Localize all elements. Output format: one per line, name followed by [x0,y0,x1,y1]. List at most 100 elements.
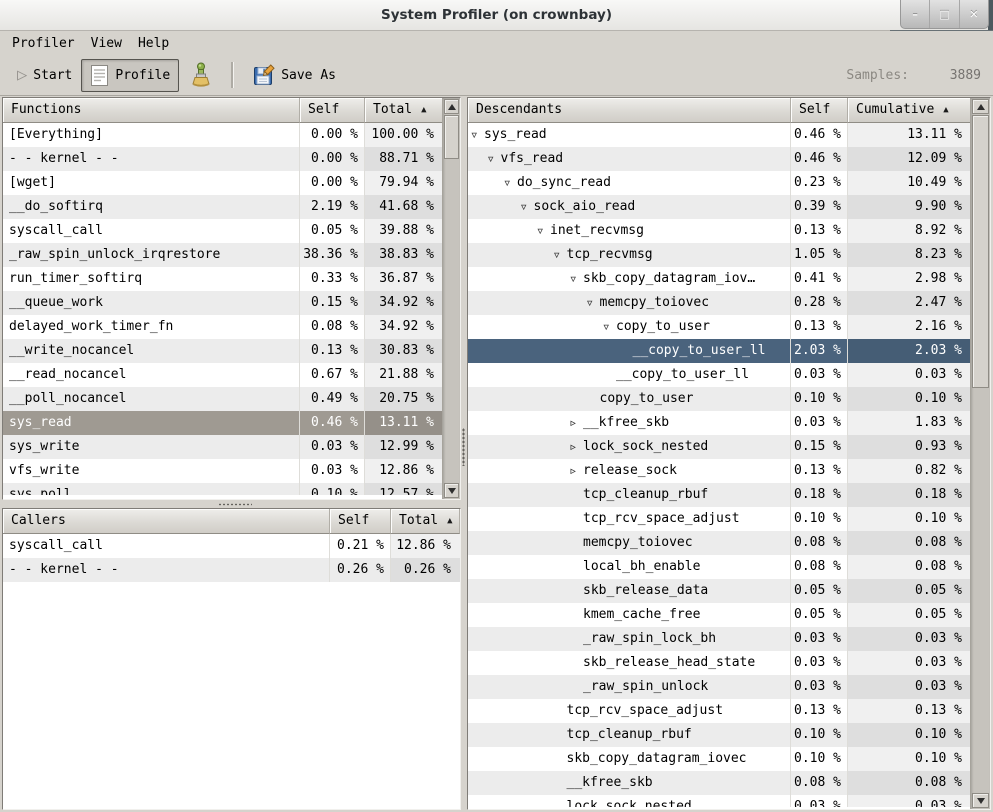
table-row[interactable]: [wget]0.00 %79.94 % [3,171,443,195]
menu-view[interactable]: View [83,34,130,53]
expander-open-icon[interactable]: ▿ [470,123,484,147]
column-header-self[interactable]: Self [791,98,848,123]
table-row[interactable]: __poll_nocancel0.49 %20.75 % [3,387,443,411]
cell-self-percent: 0.10 % [791,723,848,747]
table-row[interactable]: run_timer_softirq0.33 %36.87 % [3,267,443,291]
tree-row[interactable]: skb_release_data0.05 %0.05 % [468,579,971,603]
cell-function-name: tcp_cleanup_rbuf [468,483,791,507]
tree-row[interactable]: ▿vfs_read0.46 %12.09 % [468,147,971,171]
expander-open-icon[interactable]: ▿ [586,291,600,315]
tree-row[interactable]: tcp_cleanup_rbuf0.18 %0.18 % [468,483,971,507]
expander-open-icon[interactable]: ▿ [536,219,550,243]
tree-row[interactable]: skb_copy_datagram_iovec0.10 %0.10 % [468,747,971,771]
minimize-button[interactable]: – [901,0,929,28]
scrollbar-thumb[interactable] [972,115,989,388]
tree-row[interactable]: ▿memcpy_toiovec0.28 %2.47 % [468,291,971,315]
window-titlebar[interactable]: System Profiler (on crownbay) [0,0,993,31]
tree-row[interactable]: ▿inet_recvmsg0.13 %8.92 % [468,219,971,243]
menu-help[interactable]: Help [130,34,177,53]
cell-function-name: ▹release_sock [468,459,791,483]
expander-open-icon[interactable]: ▿ [602,315,616,339]
scroll-down-button[interactable] [972,793,989,808]
column-header-callers[interactable]: Callers [3,509,330,534]
table-row[interactable]: __write_nocancel0.13 %30.83 % [3,339,443,363]
expander-slot [553,795,567,807]
tree-row[interactable]: local_bh_enable0.08 %0.08 % [468,555,971,579]
table-row[interactable]: __queue_work0.15 %34.92 % [3,291,443,315]
expander-open-icon[interactable]: ▿ [569,267,583,291]
scrollbar-thumb[interactable] [444,115,459,159]
table-row[interactable]: delayed_work_timer_fn0.08 %34.92 % [3,315,443,339]
tree-row[interactable]: ▿sys_read0.46 %13.11 % [468,123,971,147]
cell-function-name: ▹__kfree_skb [468,411,791,435]
tree-row[interactable]: tcp_rcv_space_adjust0.10 %0.10 % [468,507,971,531]
tree-row[interactable]: lock_sock_nested0.03 %0.03 % [468,795,971,807]
table-row[interactable]: __read_nocancel0.67 %21.88 % [3,363,443,387]
tree-row[interactable]: ▿tcp_recvmsg1.05 %8.23 % [468,243,971,267]
save-as-button[interactable]: Save As [244,59,345,91]
cell-cumulative-percent: 2.98 % [848,267,971,291]
start-button[interactable]: ▷ Start [8,62,81,88]
tree-row[interactable]: tcp_cleanup_rbuf0.10 %0.10 % [468,723,971,747]
tree-row[interactable]: copy_to_user0.10 %0.10 % [468,387,971,411]
tree-row[interactable]: __kfree_skb0.08 %0.08 % [468,771,971,795]
expander-closed-icon[interactable]: ▹ [569,411,583,435]
expander-closed-icon[interactable]: ▹ [569,435,583,459]
table-row[interactable]: vfs_write0.03 %12.86 % [3,459,443,483]
table-row[interactable]: sys_read0.46 %13.11 % [3,411,443,435]
column-header-descendants[interactable]: Descendants [468,98,791,123]
table-row[interactable]: syscall_call0.21 %12.86 % [3,534,460,558]
column-header-self[interactable]: Self [300,98,365,123]
expander-open-icon[interactable]: ▿ [487,147,501,171]
cell-cumulative-percent: 0.10 % [848,507,971,531]
tree-row[interactable]: skb_release_head_state0.03 %0.03 % [468,651,971,675]
horizontal-splitter[interactable] [2,500,461,508]
tree-row[interactable]: memcpy_toiovec0.08 %0.08 % [468,531,971,555]
menu-profiler[interactable]: Profiler [4,34,83,53]
expander-open-icon[interactable]: ▿ [503,171,517,195]
tree-row[interactable]: tcp_rcv_space_adjust0.13 %0.13 % [468,699,971,723]
tree-row[interactable]: ▿sock_aio_read0.39 %9.90 % [468,195,971,219]
column-label: Total [373,102,412,117]
tree-row[interactable]: kmem_cache_free0.05 %0.05 % [468,603,971,627]
column-header-functions[interactable]: Functions [3,98,300,123]
scroll-up-button[interactable] [444,99,459,114]
reset-brush-button[interactable] [181,57,221,93]
expander-open-icon[interactable]: ▿ [520,195,534,219]
tree-row[interactable]: ▿skb_copy_datagram_iov…0.41 %2.98 % [468,267,971,291]
column-header-cumulative[interactable]: Cumulative▲ [848,98,971,123]
tree-row[interactable]: __copy_to_user_ll2.03 %2.03 % [468,339,971,363]
tree-row[interactable]: ▹__kfree_skb0.03 %1.83 % [468,411,971,435]
tree-row[interactable]: __copy_to_user_ll0.03 %0.03 % [468,363,971,387]
column-header-self[interactable]: Self [330,509,391,534]
cell-function-name: [wget] [3,171,300,195]
expander-closed-icon[interactable]: ▹ [569,459,583,483]
maximize-button[interactable]: □ [929,0,958,28]
tree-row[interactable]: ▹release_sock0.13 %0.82 % [468,459,971,483]
tree-row[interactable]: ▹lock_sock_nested0.15 %0.93 % [468,435,971,459]
table-row[interactable]: _raw_spin_unlock_irqrestore38.36 %38.83 … [3,243,443,267]
table-row[interactable]: __do_softirq2.19 %41.68 % [3,195,443,219]
table-row[interactable]: sys_poll0.10 %12.57 % [3,483,443,495]
cell-function-name: local_bh_enable [468,555,791,579]
column-header-total[interactable]: Total▲ [391,509,460,534]
scroll-down-button[interactable] [444,483,459,498]
save-floppy-icon [253,64,275,86]
scroll-up-button[interactable] [972,99,989,114]
cell-function-name: kmem_cache_free [468,603,791,627]
cell-function-name: run_timer_softirq [3,267,300,291]
table-row[interactable]: sys_write0.03 %12.99 % [3,435,443,459]
expander-open-icon[interactable]: ▿ [553,243,567,267]
cell-function-name: memcpy_toiovec [468,531,791,555]
tree-row[interactable]: _raw_spin_lock_bh0.03 %0.03 % [468,627,971,651]
tree-row[interactable]: ▿do_sync_read0.23 %10.49 % [468,171,971,195]
tree-row[interactable]: _raw_spin_unlock0.03 %0.03 % [468,675,971,699]
tree-row[interactable]: ▿copy_to_user0.13 %2.16 % [468,315,971,339]
column-header-total[interactable]: Total▲ [365,98,443,123]
table-row[interactable]: - - kernel - -0.00 %88.71 % [3,147,443,171]
table-row[interactable]: - - kernel - -0.26 %0.26 % [3,558,460,582]
profile-toggle-button[interactable]: Profile [81,59,179,92]
table-row[interactable]: [Everything]0.00 %100.00 % [3,123,443,147]
table-row[interactable]: syscall_call0.05 %39.88 % [3,219,443,243]
close-button[interactable]: ✕ [959,0,988,28]
